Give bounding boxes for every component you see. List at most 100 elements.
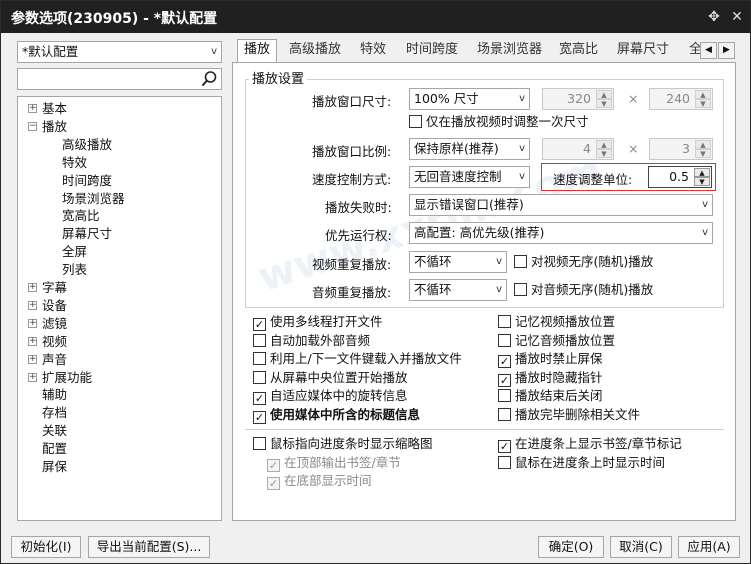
init-button[interactable]: 初始化(I): [11, 536, 81, 558]
tree-item[interactable]: 声音: [42, 351, 67, 368]
ratio-width-spinner[interactable]: 4 ▲ ▼: [542, 138, 614, 160]
close-icon[interactable]: ✕: [729, 9, 745, 25]
profile-select[interactable]: *默认配置 v: [17, 41, 222, 63]
tree-item[interactable]: 字幕: [42, 279, 67, 296]
collapse-icon[interactable]: −: [28, 121, 37, 131]
tab-1[interactable]: 高级播放: [283, 40, 347, 62]
option-checkbox[interactable]: ✓ 自适应媒体中的旋转信息: [253, 388, 408, 406]
settings-tree[interactable]: 基本 + 播放 − 高级播放 特效 时间跨度 场景浏览器 宽高比 屏幕尺寸 全屏 列表字幕 + 设备 + 滤镜…: [17, 96, 222, 521]
tree-item[interactable]: 视频: [42, 333, 67, 350]
option-checkbox[interactable]: ✓ 使用多线程打开文件: [253, 314, 383, 331]
option-checkbox[interactable]: 记忆视频播放位置: [498, 314, 615, 330]
option-label: 记忆视频播放位置: [515, 314, 616, 329]
option-checkbox[interactable]: 鼠标在进度条上时显示时间: [498, 455, 665, 471]
checkbox-box: [498, 315, 511, 328]
priority-select[interactable]: 高配置: 高优先级(推荐) v: [409, 222, 713, 244]
option-checkbox[interactable]: 记忆音频播放位置: [498, 333, 615, 349]
search-icon[interactable]: [200, 70, 218, 88]
pin-icon[interactable]: ✥: [706, 9, 722, 25]
adjust-once-checkbox[interactable]: 仅在播放视频时调整一次尺寸: [409, 114, 589, 130]
tree-item[interactable]: 播放: [42, 118, 67, 135]
tree-item[interactable]: 场景浏览器: [62, 190, 125, 207]
tab-0[interactable]: 播放: [237, 39, 278, 63]
option-checkbox[interactable]: 播放完毕删除相关文件: [498, 407, 640, 423]
window-height-spinner[interactable]: 240 ▲ ▼: [649, 88, 713, 110]
expand-icon[interactable]: +: [28, 318, 37, 328]
expand-icon[interactable]: +: [28, 336, 37, 346]
tree-item[interactable]: 全屏: [62, 243, 87, 260]
tree-item[interactable]: 屏保: [42, 458, 67, 475]
tree-item-label: 字幕: [42, 280, 68, 295]
option-checkbox[interactable]: ✓ 在进度条上显示书签/章节标记: [498, 436, 682, 453]
spin-up-icon[interactable]: ▲: [596, 90, 612, 99]
audio-repeat-select[interactable]: 不循环 v: [409, 279, 507, 301]
window-width-spinner[interactable]: 320 ▲ ▼: [542, 88, 614, 110]
option-checkbox[interactable]: 播放结束后关闭: [498, 388, 603, 404]
search-input[interactable]: [17, 68, 222, 90]
tab-2[interactable]: 特效: [354, 40, 392, 62]
ratio-select[interactable]: 保持原样(推荐) v: [409, 138, 530, 160]
option-checkbox[interactable]: ✓ 使用媒体中所含的标题信息: [253, 407, 420, 424]
tab-scroll-right-button[interactable]: ▶: [718, 42, 735, 59]
speed-mode-select[interactable]: 无回音速度控制 v: [409, 166, 530, 188]
tree-item[interactable]: 宽高比: [62, 207, 100, 224]
tree-item[interactable]: 存档: [42, 404, 67, 421]
spin-down-icon[interactable]: ▼: [596, 149, 612, 158]
spin-down-icon[interactable]: ▼: [695, 99, 711, 108]
tree-item[interactable]: 基本: [42, 100, 67, 117]
tree-item[interactable]: 关联: [42, 422, 67, 439]
tab-5[interactable]: 宽高比: [553, 40, 604, 62]
expand-icon[interactable]: +: [28, 300, 37, 310]
tab-scroll-left-button[interactable]: ◀: [700, 42, 717, 59]
tree-item[interactable]: 设备: [42, 297, 67, 314]
cancel-button[interactable]: 取消(C): [610, 536, 672, 558]
tree-item[interactable]: 特效: [62, 154, 87, 171]
option-checkbox[interactable]: ✓ 播放时隐藏指针: [498, 370, 603, 387]
spin-down-icon[interactable]: ▼: [694, 177, 710, 186]
checkbox-box: [409, 115, 422, 128]
spin-up-icon[interactable]: ▲: [694, 168, 710, 177]
audio-repeat-value: 不循环: [414, 282, 452, 297]
tree-item[interactable]: 屏幕尺寸: [62, 225, 112, 242]
window-size-select[interactable]: 100% 尺寸 v: [409, 88, 530, 110]
spin-down-icon[interactable]: ▼: [596, 99, 612, 108]
fail-select[interactable]: 显示错误窗口(推荐) v: [409, 194, 713, 216]
tree-item[interactable]: 扩展功能: [42, 369, 92, 386]
expand-icon[interactable]: +: [28, 283, 37, 292]
video-shuffle-checkbox[interactable]: 对视频无序(随机)播放: [514, 254, 653, 270]
spin-down-icon[interactable]: ▼: [695, 149, 711, 158]
tab-3[interactable]: 时间跨度: [400, 40, 464, 62]
expand-icon[interactable]: +: [28, 104, 37, 113]
spin-up-icon[interactable]: ▲: [695, 90, 711, 99]
option-checkbox[interactable]: ✓ 在底部显示时间: [267, 473, 372, 491]
export-config-button[interactable]: 导出当前配置(S)...: [88, 536, 210, 558]
tree-item[interactable]: 配置: [42, 440, 67, 457]
option-checkbox[interactable]: ✓ 播放时禁止屏保: [498, 351, 603, 369]
tree-item[interactable]: 滤镜: [42, 315, 67, 332]
spin-up-icon[interactable]: ▲: [596, 140, 612, 149]
video-repeat-select[interactable]: 不循环 v: [409, 251, 507, 273]
tree-item[interactable]: 辅助: [42, 386, 67, 403]
audio-repeat-label: 音频重复播放:: [312, 285, 392, 300]
apply-button[interactable]: 应用(A): [678, 536, 740, 558]
window-width-value: 320: [567, 91, 591, 106]
tab-6[interactable]: 屏幕尺寸: [611, 40, 675, 62]
ratio-height-spinner[interactable]: 3 ▲ ▼: [649, 138, 713, 160]
option-checkbox[interactable]: 自动加载外部音频: [253, 333, 370, 349]
ok-button[interactable]: 确定(O): [538, 536, 604, 558]
expand-icon[interactable]: +: [28, 372, 37, 382]
option-checkbox[interactable]: 鼠标指向进度条时显示缩略图: [253, 436, 433, 452]
audio-shuffle-checkbox[interactable]: 对音频无序(随机)播放: [514, 282, 653, 298]
expand-icon[interactable]: +: [28, 354, 37, 364]
title-bar[interactable]: 参数选项(230905) - *默认配置 ✥ ✕: [1, 1, 750, 33]
tree-item[interactable]: 高级播放: [62, 136, 112, 153]
speed-unit-spinner[interactable]: 0.5 ▲ ▼: [648, 166, 712, 188]
tree-item-label: 存档: [42, 405, 68, 421]
option-checkbox[interactable]: 利用上/下一文件键载入并播放文件: [253, 351, 462, 367]
option-checkbox[interactable]: ✓ 在顶部输出书签/章节: [267, 455, 401, 472]
tree-item[interactable]: 列表: [62, 261, 87, 278]
tab-4[interactable]: 场景浏览器: [471, 40, 548, 62]
tree-item[interactable]: 时间跨度: [62, 172, 112, 189]
spin-up-icon[interactable]: ▲: [695, 140, 711, 149]
option-checkbox[interactable]: 从屏幕中央位置开始播放: [253, 370, 408, 386]
